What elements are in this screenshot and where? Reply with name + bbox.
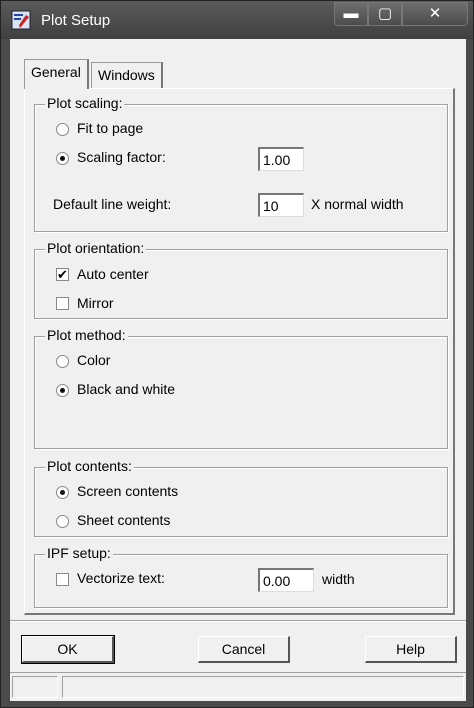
maximize-button[interactable]: ▢: [368, 2, 402, 26]
plot-setup-window: Plot Setup ▬ ▢ ✕ General Windows Plot sc…: [0, 0, 474, 708]
auto-center-checkbox[interactable]: ✔: [56, 268, 69, 281]
vectorize-text-label: Vectorize text:: [77, 570, 165, 586]
scaling-factor-input[interactable]: [258, 147, 304, 171]
minimize-button[interactable]: ▬: [334, 2, 368, 26]
status-pane-main: [62, 676, 464, 698]
sheet-contents-radio[interactable]: [56, 515, 69, 528]
line-weight-input[interactable]: [258, 193, 304, 217]
title-bar[interactable]: Plot Setup ▬ ▢ ✕: [1, 1, 473, 39]
line-weight-unit: X normal width: [311, 196, 404, 212]
vectorize-text-checkbox[interactable]: [56, 573, 69, 586]
mirror-checkbox[interactable]: [56, 297, 69, 310]
fit-to-page-radio[interactable]: [56, 123, 69, 136]
black-and-white-label: Black and white: [77, 381, 176, 397]
status-pane-left: [12, 676, 58, 698]
fit-to-page-label: Fit to page: [77, 120, 144, 136]
plot-method-label: Plot method:: [45, 327, 128, 343]
button-separator: [10, 620, 466, 622]
vectorize-width-input[interactable]: [258, 568, 314, 592]
color-radio[interactable]: [56, 355, 69, 368]
plot-method-group: Plot method: Color Black and white: [34, 327, 448, 449]
black-and-white-radio[interactable]: [56, 384, 69, 397]
dialog-client-area: General Windows Plot scaling: Fit to pag…: [10, 39, 466, 701]
screen-contents-label: Screen contents: [77, 483, 179, 499]
sheet-contents-label: Sheet contents: [77, 512, 171, 528]
cancel-button[interactable]: Cancel: [198, 636, 290, 663]
plot-setup-app-icon: [11, 10, 31, 30]
mirror-label: Mirror: [77, 295, 114, 311]
plot-contents-label: Plot contents:: [45, 458, 134, 474]
scaling-factor-label: Scaling factor:: [77, 149, 166, 165]
tab-windows[interactable]: Windows: [91, 62, 163, 88]
auto-center-label: Auto center: [77, 266, 149, 282]
ok-button[interactable]: OK: [21, 635, 115, 664]
plot-contents-group: Plot contents: Screen contents Sheet con…: [34, 458, 448, 537]
close-button[interactable]: ✕: [402, 2, 468, 26]
status-bar: [10, 672, 466, 701]
vectorize-width-unit: width: [322, 571, 355, 587]
help-button[interactable]: Help: [365, 636, 457, 663]
scaling-factor-radio[interactable]: [56, 152, 69, 165]
plot-orientation-group: Plot orientation: ✔ Auto center Mirror: [34, 240, 448, 319]
window-title: Plot Setup: [41, 12, 111, 29]
plot-orientation-label: Plot orientation:: [45, 240, 147, 256]
ipf-setup-label: IPF setup:: [45, 545, 113, 561]
ipf-setup-group: IPF setup: Vectorize text: width: [34, 545, 448, 608]
plot-scaling-label: Plot scaling:: [45, 95, 125, 111]
tab-general[interactable]: General: [24, 59, 89, 89]
color-label: Color: [77, 352, 111, 368]
plot-scaling-group: Plot scaling: Fit to page Scaling factor…: [34, 95, 448, 232]
line-weight-label: Default line weight:: [53, 196, 172, 212]
screen-contents-radio[interactable]: [56, 486, 69, 499]
